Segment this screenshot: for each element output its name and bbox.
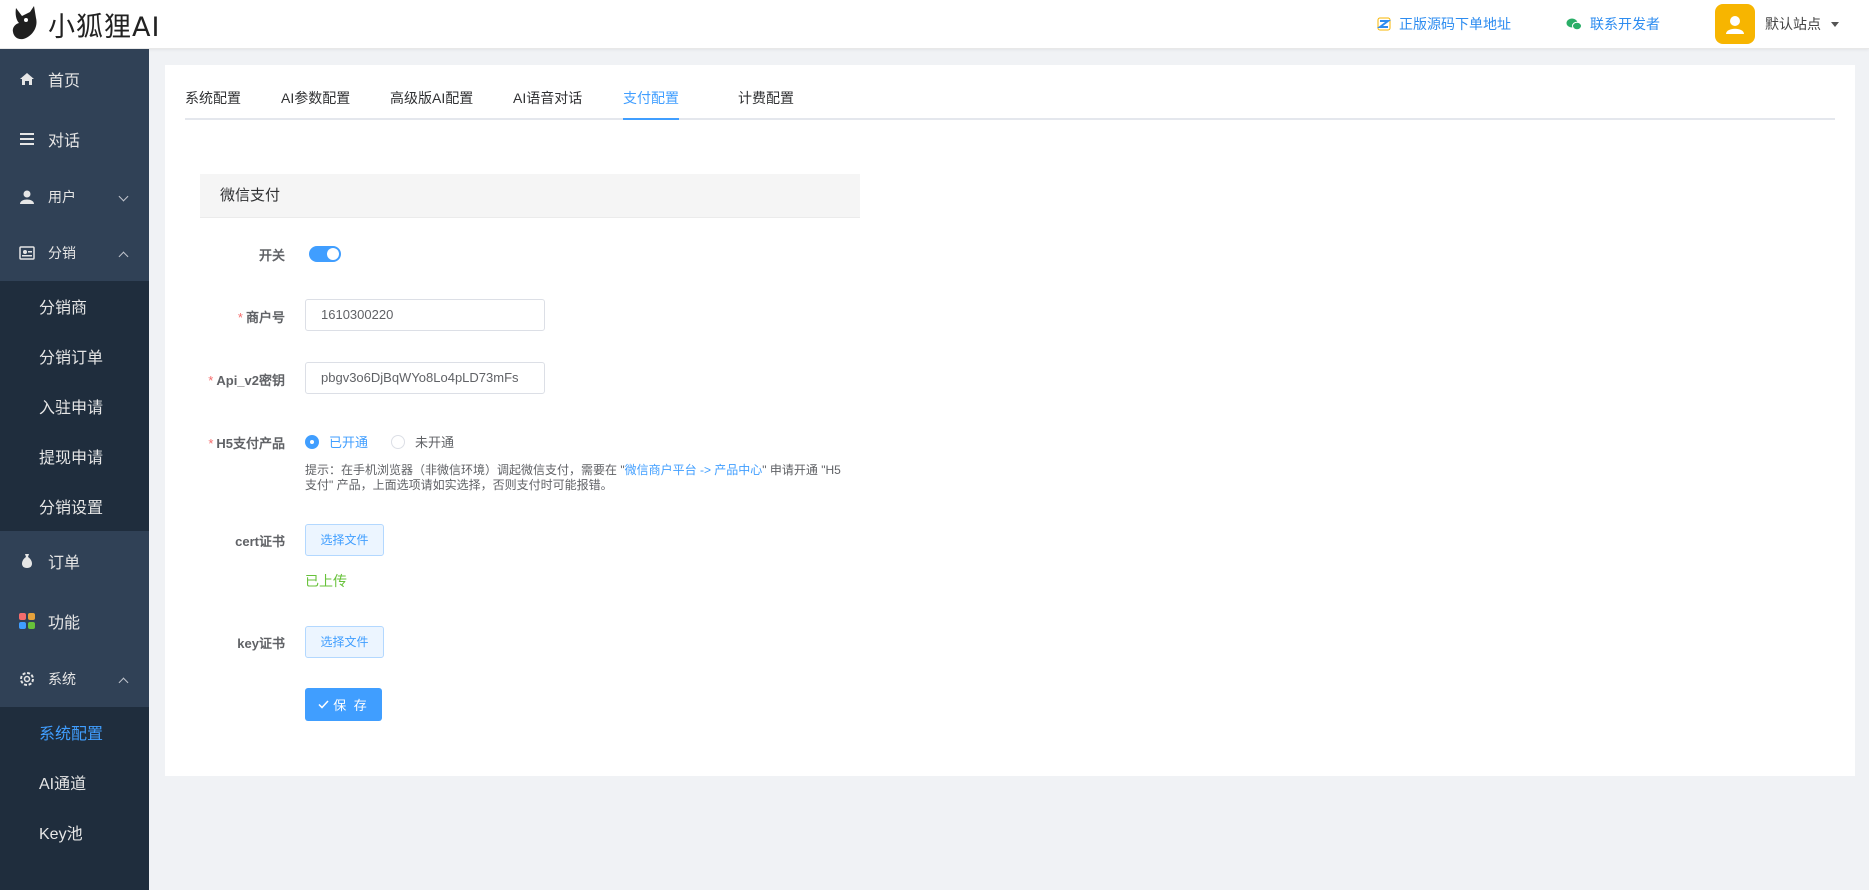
z-logo-icon (1377, 17, 1391, 31)
fox-logo-icon (12, 6, 37, 40)
logo[interactable]: 小狐狸AI (10, 4, 160, 44)
distribution-icon (18, 244, 36, 262)
sidebar-item-function[interactable]: 功能 (0, 591, 149, 651)
sidebar-item-distributors[interactable]: 分销商 (0, 281, 149, 331)
switch-label-text: 开关 (258, 248, 285, 263)
radio-dot (391, 434, 405, 449)
save-button[interactable]: 保 存 (305, 688, 382, 721)
sidebar-item-distribution[interactable]: 分销 (0, 225, 149, 281)
sidebar-item-more[interactable] (0, 857, 149, 890)
cert-label-text: cert证书 (235, 534, 285, 549)
contact-developer-link[interactable]: 联系开发者 (1566, 0, 1660, 48)
tab-advanced-ai[interactable]: 高级版AI配置 (390, 83, 473, 120)
h5-disabled-label: 未开通 (415, 435, 455, 450)
apps-grid-icon (18, 612, 36, 630)
wechat-pay-switch[interactable] (309, 246, 341, 262)
h5-tip: 提示：在手机浏览器（非微信环境）调起微信支付，需要在 "微信商户平台 -> 产品… (305, 463, 845, 493)
sidebar-item-order[interactable]: 订单 (0, 531, 149, 591)
radio-dot (305, 434, 319, 449)
h5-disabled-radio[interactable]: 未开通 (391, 432, 454, 451)
chevron-down-icon (118, 191, 129, 202)
config-tabs: 系统配置 AI参数配置 高级版AI配置 AI语音对话 支付配置 计费配置 (185, 83, 1835, 120)
sidebar-item-label: 订单 (48, 555, 81, 572)
wechat-icon (1566, 17, 1582, 31)
sidebar-item-label: 系统 (48, 671, 76, 687)
top-header: 小狐狸AI 正版源码下单地址 联系开发者 默认站点 (0, 0, 1869, 49)
merchant-platform-link[interactable]: 微信商户平台 -> 产品中心 (625, 463, 763, 477)
sidebar-item-label: 对话 (48, 133, 81, 150)
avatar (1715, 4, 1755, 44)
api-key-input[interactable]: pbgv3o6DjBqWYo8Lo4pLD73mFs (305, 362, 545, 394)
sidebar-item-key-pool[interactable]: Key池 (0, 807, 149, 857)
sidebar-item-withdraw-applications[interactable]: 提现申请 (0, 431, 149, 481)
sidebar-item-chat[interactable]: 对话 (0, 109, 149, 169)
required-mark: * (237, 310, 243, 325)
tab-ai-params[interactable]: AI参数配置 (281, 83, 350, 120)
check-icon (318, 700, 329, 709)
source-order-link-text: 正版源码下单地址 (1399, 16, 1511, 32)
tab-billing-config[interactable]: 计费配置 (738, 83, 794, 120)
h5-enabled-radio[interactable]: 已开通 (305, 432, 368, 451)
tab-system-config[interactable]: 系统配置 (185, 83, 241, 120)
tab-payment-config[interactable]: 支付配置 (623, 83, 679, 120)
sidebar-item-label: 功能 (48, 615, 81, 632)
h5-pay-label-text: H5支付产品 (216, 436, 285, 451)
sidebar-item-join-applications[interactable]: 入驻申请 (0, 381, 149, 431)
tab-ai-voice[interactable]: AI语音对话 (513, 83, 582, 120)
chevron-up-icon (118, 677, 129, 688)
required-mark: * (208, 436, 214, 451)
gear-icon (18, 670, 36, 688)
section-title: 微信支付 (200, 174, 860, 218)
main-card: 系统配置 AI参数配置 高级版AI配置 AI语音对话 支付配置 计费配置 微信支… (165, 65, 1855, 776)
sidebar-item-ai-channel[interactable]: AI通道 (0, 757, 149, 807)
chevron-down-icon (1831, 21, 1839, 27)
sidebar-item-distribution-settings[interactable]: 分销设置 (0, 481, 149, 531)
site-name: 默认站点 (1765, 16, 1821, 32)
cert-upload-status: 已上传 (305, 573, 347, 589)
sidebar-item-label: 用户 (48, 189, 76, 205)
key-cert-label-text: key证书 (237, 636, 285, 651)
user-avatar-icon (1726, 16, 1744, 34)
sidebar-item-system-config[interactable]: 系统配置 (0, 707, 149, 757)
logo-text: 小狐狸AI (48, 11, 161, 43)
h5-pay-label: * H5支付产品 (165, 433, 285, 452)
sidebar-item-home[interactable]: 首页 (0, 49, 149, 109)
menu-list-icon (18, 130, 36, 148)
merchant-id-label: * 商户号 (165, 307, 285, 326)
chevron-up-icon (118, 251, 129, 262)
sidebar-item-system[interactable]: 系统 (0, 651, 149, 707)
sidebar-item-label: 首页 (48, 73, 81, 90)
source-order-link[interactable]: 正版源码下单地址 (1377, 0, 1511, 48)
tip-prefix: 提示：在手机浏览器（非微信环境）调起微信支付，需要在 " (305, 463, 625, 477)
switch-label: 开关 (165, 245, 285, 264)
sidebar-item-user[interactable]: 用户 (0, 169, 149, 225)
distribution-submenu: 分销商 分销订单 入驻申请 提现申请 分销设置 (0, 281, 149, 531)
cert-label: cert证书 (165, 531, 285, 550)
switch-knob (327, 248, 339, 260)
money-bag-icon (18, 552, 36, 570)
key-cert-label: key证书 (165, 633, 285, 652)
merchant-id-label-text: 商户号 (245, 310, 285, 325)
api-key-label: * Api_v2密钥 (165, 370, 285, 389)
sidebar-item-label: 分销 (48, 245, 76, 261)
api-key-label-text: Api_v2密钥 (216, 373, 285, 388)
h5-enabled-label: 已开通 (329, 435, 369, 450)
user-icon (18, 188, 36, 206)
key-choose-file-button[interactable]: 选择文件 (305, 626, 384, 658)
cert-choose-file-button[interactable]: 选择文件 (305, 524, 384, 556)
merchant-id-input[interactable]: 1610300220 (305, 299, 545, 331)
sidebar: 首页 对话 用户 分销 分销商 分销订单 入驻申请 提现申请 分销设置 订单 功… (0, 49, 149, 890)
user-menu[interactable]: 默认站点 (1715, 4, 1839, 44)
contact-developer-link-text: 联系开发者 (1590, 16, 1660, 32)
save-button-label: 保 存 (333, 698, 369, 713)
required-mark: * (208, 373, 214, 388)
home-icon (18, 70, 36, 88)
sidebar-item-distribution-orders[interactable]: 分销订单 (0, 331, 149, 381)
system-submenu: 系统配置 AI通道 Key池 (0, 707, 149, 890)
